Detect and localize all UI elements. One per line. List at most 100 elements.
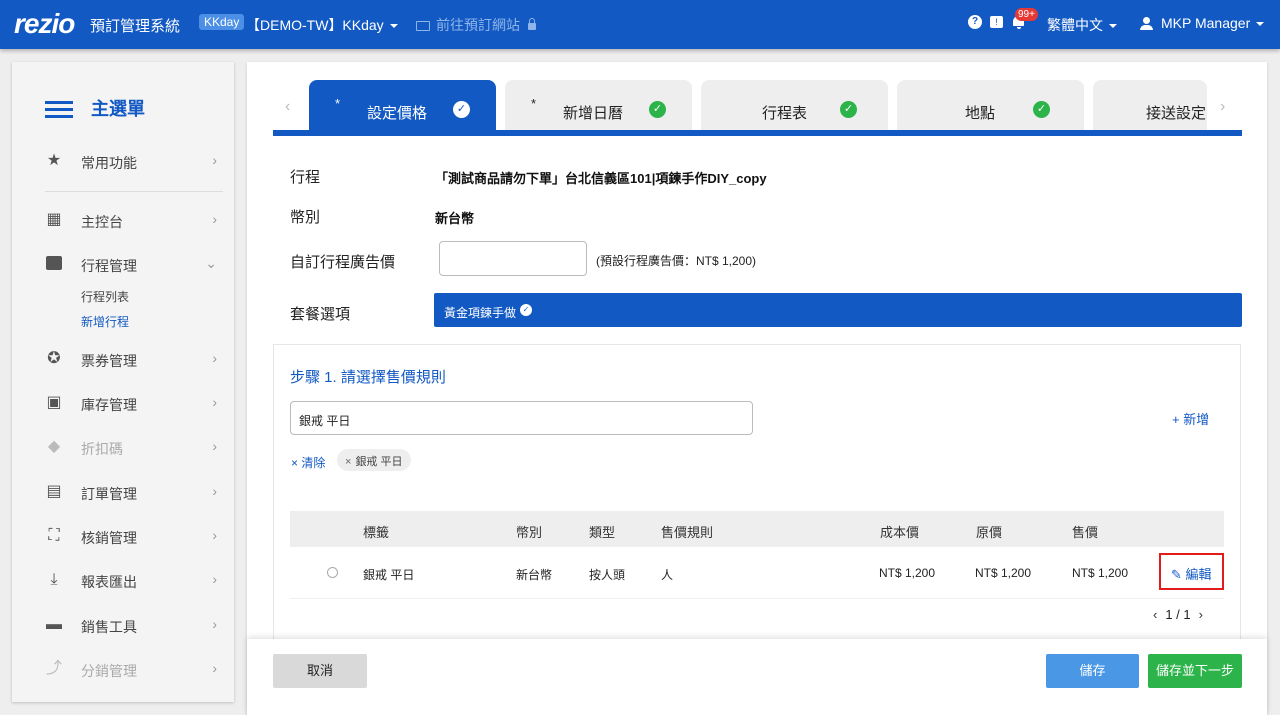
tab-scroll-left-icon[interactable]: ‹ [285,98,290,116]
chevron-right-icon: › [212,152,217,168]
page-indicator: 1 / 1 [1165,607,1191,622]
user-name: MKP Manager [1161,15,1251,31]
edit-button[interactable]: ✎ 編輯 [1159,553,1224,590]
check-circle-icon: ✓ [649,101,666,118]
top-bar: rezio 預訂管理系統 KKday 【DEMO-TW】KKday 前往預訂網站… [0,0,1280,49]
tab-itinerary[interactable]: 行程表 ✓ [701,80,888,130]
chevron-right-icon: › [212,350,217,366]
table-row: 銀戒 平日 新台幣 按人頭 人 NT$ 1,200 NT$ 1,200 NT$ … [290,547,1224,599]
tab-set-price[interactable]: * 設定價格 ✓ [309,80,496,130]
split-icon: ⤴ [45,660,62,677]
chevron-right-icon: › [212,394,217,410]
tab-underline [273,130,1242,136]
chevron-down-icon [1256,22,1265,27]
chevron-right-icon: › [212,438,217,454]
sidebar-item-distribution[interactable]: ⤴ 分銷管理 › [45,657,225,681]
cell-type: 按人頭 [589,568,626,582]
sidebar-item-reports[interactable]: ⤓ 報表匯出 › [45,568,225,592]
trip-label: 行程 [290,169,321,186]
close-icon[interactable]: × [345,456,351,468]
tab-add-calendar[interactable]: * 新增日曆 ✓ [505,80,692,130]
package-option[interactable]: 黃金項鍊手做 ✓ [434,293,1242,327]
chevron-down-icon: ⌄ [205,255,217,271]
dashboard-icon: ▦ [46,211,62,228]
ad-price-input[interactable] [439,241,587,276]
sidebar-item-orders[interactable]: ▤ 訂單管理 › [45,480,225,504]
filter-chip[interactable]: × 銀戒 平日 [337,449,411,471]
folder-star-icon [45,256,63,272]
tab-label: 接送設定 [1146,105,1207,122]
sidebar-item-redemption[interactable]: ⛶ 核銷管理 › [45,524,225,548]
tab-scroll-right-icon[interactable]: › [1220,98,1225,116]
sidebar-item-favorites[interactable]: ★ 常用功能 › [45,149,225,173]
document-icon: ▤ [46,483,62,500]
tab-pickup[interactable]: 接送設定 [1093,80,1207,130]
column-header: 幣別 [516,525,543,540]
chevron-right-icon: › [212,660,217,676]
rezio-logo[interactable]: rezio [14,8,75,40]
sidebar-item-label: 主控台 [81,214,123,230]
sidebar-item-label: 銷售工具 [81,619,137,635]
notification-badge: 99+ [1015,8,1038,21]
chevron-down-icon [1109,24,1117,29]
cell-price: NT$ 1,200 [1072,566,1129,580]
feedback-icon[interactable]: ! [990,16,1003,28]
sidebar-subitem-new-trip[interactable]: 新增行程 [81,313,129,330]
sidebar-item-label: 報表匯出 [81,574,137,590]
store-icon: ▬ [46,616,62,633]
pencil-icon: ✎ [1171,567,1182,582]
ticket-icon: ✪ [47,350,61,367]
sidebar-item-label: 庫存管理 [81,397,137,413]
download-icon: ⤓ [50,571,58,588]
goto-site-link[interactable]: 前往預訂網站 [416,15,536,35]
prev-page-icon[interactable]: ‹ [1153,607,1157,622]
scan-icon: ⛶ [48,527,60,544]
sidebar-item-discount[interactable]: ◆ 折扣碼 › [45,435,225,459]
cell-tag: 銀戒 平日 [363,568,415,582]
sidebar-item-label: 票券管理 [81,353,137,369]
lock-icon [528,17,536,30]
tab-label: 地點 [965,105,996,122]
sidebar-item-dashboard[interactable]: ▦ 主控台 › [45,208,225,232]
store-selector[interactable]: 【DEMO-TW】KKday [246,15,398,35]
check-circle-icon: ✓ [453,101,470,118]
menu-title: 主選單 [91,99,145,119]
sidebar-item-trips[interactable]: 行程管理 ⌄ [45,252,225,276]
next-page-icon[interactable]: › [1199,607,1203,622]
tag-icon: ◆ [47,438,61,455]
currency-value: 新台幣 [435,211,475,226]
chevron-right-icon: › [212,616,217,632]
sidebar-item-sales-tools[interactable]: ▬ 銷售工具 › [45,613,225,637]
chevron-right-icon: › [212,527,217,543]
column-header: 售價規則 [661,525,714,540]
tab-location[interactable]: 地點 ✓ [897,80,1084,130]
system-name: 預訂管理系統 [90,18,181,35]
chevron-right-icon: › [212,211,217,227]
check-circle-icon: ✓ [1033,101,1050,118]
calendar-icon: ▣ [46,394,62,411]
add-rule-button[interactable]: + 新增 [1172,409,1209,428]
ad-price-label: 自訂行程廣告價 [290,254,396,271]
clear-button[interactable]: × 清除 [291,454,325,471]
language-selector[interactable]: 繁體中文 [1047,15,1117,35]
hamburger-icon [45,101,73,119]
trip-value: 「測試商品請勿下單」台北信義區101|項鍊手作DIY_copy [435,171,767,186]
user-menu[interactable]: MKP Manager [1139,15,1265,31]
pagination: ‹ 1 / 1 › [1145,607,1211,622]
sidebar-item-label: 折扣碼 [81,441,123,457]
save-and-next-button[interactable]: 儲存並下一步 [1148,654,1242,688]
sidebar-item-tickets[interactable]: ✪ 票券管理 › [45,347,225,371]
edit-label: 編輯 [1185,567,1212,582]
sidebar-item-label: 行程管理 [81,258,137,274]
sidebar-subitem-trip-list[interactable]: 行程列表 [81,288,129,305]
package-option-label: 黃金項鍊手做 [444,306,517,320]
main-panel: ‹ * 設定價格 ✓ * 新增日曆 ✓ 行程表 ✓ 地點 ✓ 接送設定 › 行程… [247,62,1267,715]
cancel-button[interactable]: 取消 [273,654,367,688]
help-icon[interactable]: ? [968,15,982,29]
action-bar: 取消 儲存 儲存並下一步 [247,639,1267,715]
save-button[interactable]: 儲存 [1046,654,1139,688]
price-rule-input[interactable]: 銀戒 平日 [290,401,753,435]
sidebar-item-inventory[interactable]: ▣ 庫存管理 › [45,391,225,415]
row-radio[interactable] [327,567,338,578]
menu-header[interactable]: 主選單 [45,95,145,121]
